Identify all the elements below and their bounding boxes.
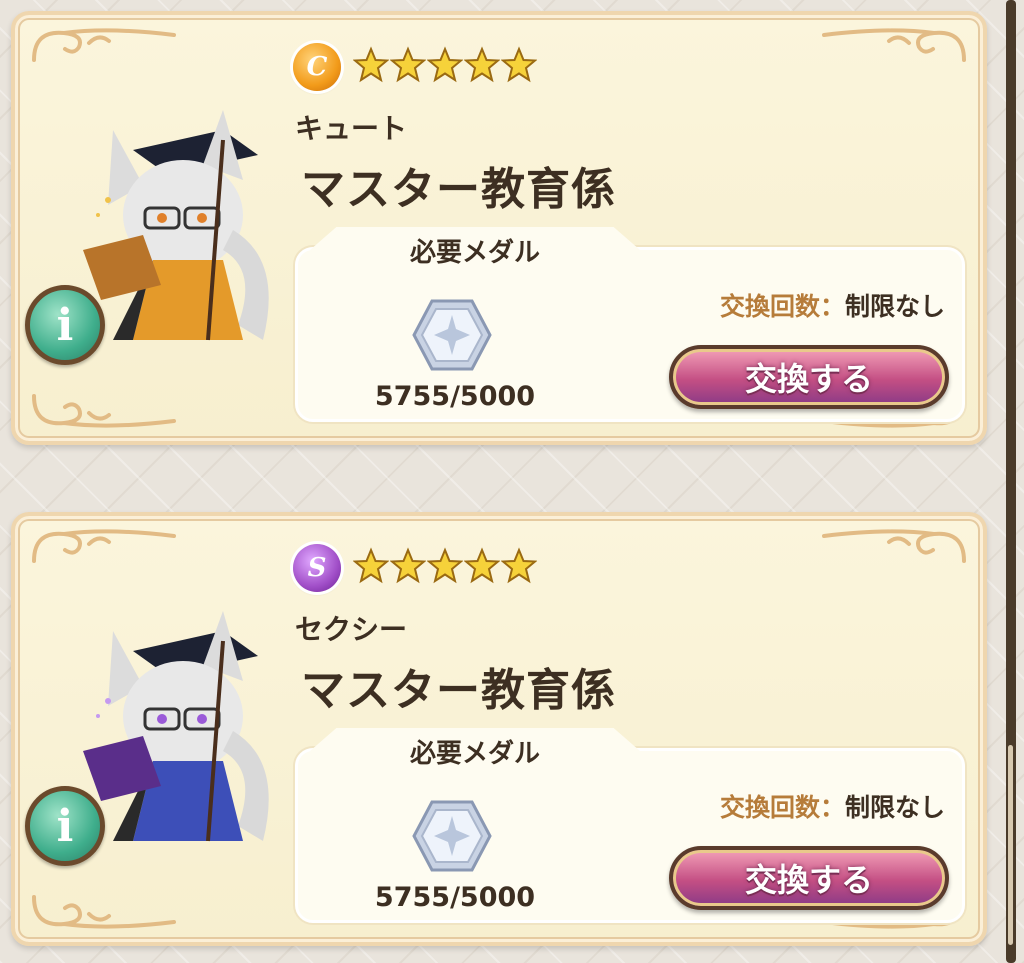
star-icon (390, 46, 426, 83)
type-badge-icon: C (293, 43, 341, 91)
exchange-limit-label: 交換回数： (719, 793, 845, 822)
ornament-flourish (822, 28, 966, 62)
exchange-limit: 交換回数：制限なし (665, 788, 945, 824)
ornament-flourish (32, 895, 176, 929)
star-icon (353, 46, 389, 83)
scrollbar-thumb[interactable] (1008, 745, 1013, 945)
medal-count: 5755/5000 (374, 882, 536, 913)
star-icon (427, 547, 463, 584)
info-icon: i (56, 800, 74, 852)
medal-icon (412, 800, 492, 872)
medal-header: 必要メダル (310, 728, 640, 774)
star-icon (464, 46, 500, 83)
exchange-limit-value: 制限なし (844, 292, 945, 321)
medal-header: 必要メダル (310, 227, 640, 273)
character-portrait[interactable] (73, 110, 293, 350)
ornament-flourish (32, 394, 176, 428)
exchange-button[interactable]: 交換する (669, 345, 949, 409)
ornament-flourish (32, 529, 176, 563)
info-button[interactable]: i (25, 285, 105, 365)
star-icon (464, 547, 500, 584)
info-icon: i (56, 299, 74, 351)
character-portrait[interactable] (73, 611, 293, 851)
medal-icon (412, 299, 492, 371)
exchange-card: i C キュート マスター教育係 必要メダル 5755/5000 交換回数：制限… (11, 11, 987, 445)
rarity-stars (353, 37, 537, 93)
star-icon (501, 46, 537, 83)
type-badge-icon: S (293, 544, 341, 592)
exchange-limit-value: 制限なし (844, 793, 945, 822)
exchange-limit: 交換回数：制限なし (665, 287, 945, 323)
character-name: マスター教育係 (301, 164, 616, 215)
rarity-stars (353, 538, 537, 594)
medal-count: 5755/5000 (374, 381, 536, 412)
ornament-flourish (822, 529, 966, 563)
star-icon (501, 547, 537, 584)
ornament-flourish (32, 28, 176, 62)
star-icon (390, 547, 426, 584)
star-icon (427, 46, 463, 83)
exchange-button[interactable]: 交換する (669, 846, 949, 910)
info-button[interactable]: i (25, 786, 105, 866)
attribute-label: セクシー (295, 613, 408, 646)
attribute-label: キュート (295, 112, 408, 145)
exchange-limit-label: 交換回数： (719, 292, 845, 321)
character-name: マスター教育係 (301, 665, 616, 716)
star-icon (353, 547, 389, 584)
exchange-card: i S セクシー マスター教育係 必要メダル 5755/5000 交換回数：制限… (11, 512, 987, 946)
